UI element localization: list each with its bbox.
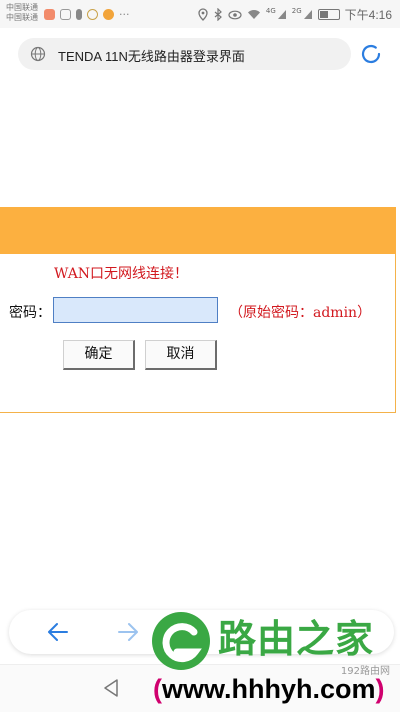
forward-arrow-icon[interactable] — [117, 622, 139, 642]
app-notification-icon — [60, 8, 71, 20]
signal-icon — [277, 10, 286, 19]
wan-warning-message: WAN口无网线连接！ — [54, 266, 189, 282]
network-2g-label: 2G — [291, 6, 302, 15]
carrier-label-1: 中国联通 — [6, 3, 38, 12]
reload-icon[interactable] — [359, 42, 383, 66]
more-notifications-icon: ··· — [119, 7, 130, 21]
wifi-icon — [247, 10, 260, 19]
signal-icon — [303, 10, 312, 19]
carrier-labels: 中国联通 中国联通 — [6, 3, 38, 23]
app-notification-icon — [103, 8, 114, 20]
globe-icon — [30, 46, 46, 62]
app-notification-icon — [76, 8, 82, 20]
header-bar — [0, 207, 396, 254]
watermark-url-open: ( — [153, 674, 162, 704]
clock: 下午4:16 — [344, 8, 392, 22]
password-label: 密码： — [9, 305, 51, 321]
carrier-label-2: 中国联通 — [6, 13, 38, 22]
watermark-title: 路由之家 — [218, 617, 375, 661]
location-icon — [198, 8, 208, 21]
back-arrow-icon[interactable] — [47, 622, 69, 642]
confirm-button[interactable]: 确定 — [63, 340, 135, 370]
system-back-icon[interactable] — [103, 679, 119, 697]
eye-icon — [228, 10, 242, 19]
watermark: 路由之家 192路由网 (www.hhhyh.com) — [150, 606, 400, 711]
bluetooth-icon — [214, 8, 222, 21]
notification-icons: ··· — [44, 7, 130, 21]
address-bar[interactable]: TENDA 11N无线路由器登录界面 — [18, 38, 351, 70]
status-bar: 中国联通 中国联通 ··· 4G 2G 下午4:16 — [0, 0, 400, 28]
cancel-button[interactable]: 取消 — [145, 340, 217, 370]
app-notification-icon — [44, 8, 55, 20]
watermark-url: (www.hhhyh.com) — [153, 674, 385, 705]
watermark-url-close: ) — [375, 674, 385, 704]
star-icon — [87, 8, 98, 20]
watermark-logo-icon — [152, 612, 210, 670]
password-input[interactable] — [53, 297, 218, 323]
battery-icon — [317, 9, 340, 20]
system-status-icons: 4G 2G 下午4:16 — [198, 6, 392, 23]
network-4g-label: 4G — [265, 6, 276, 15]
watermark-url-text: www.hhhyh.com — [162, 674, 376, 704]
page-title: TENDA 11N无线路由器登录界面 — [58, 49, 245, 64]
default-password-hint: （原始密码：admin） — [229, 305, 372, 321]
